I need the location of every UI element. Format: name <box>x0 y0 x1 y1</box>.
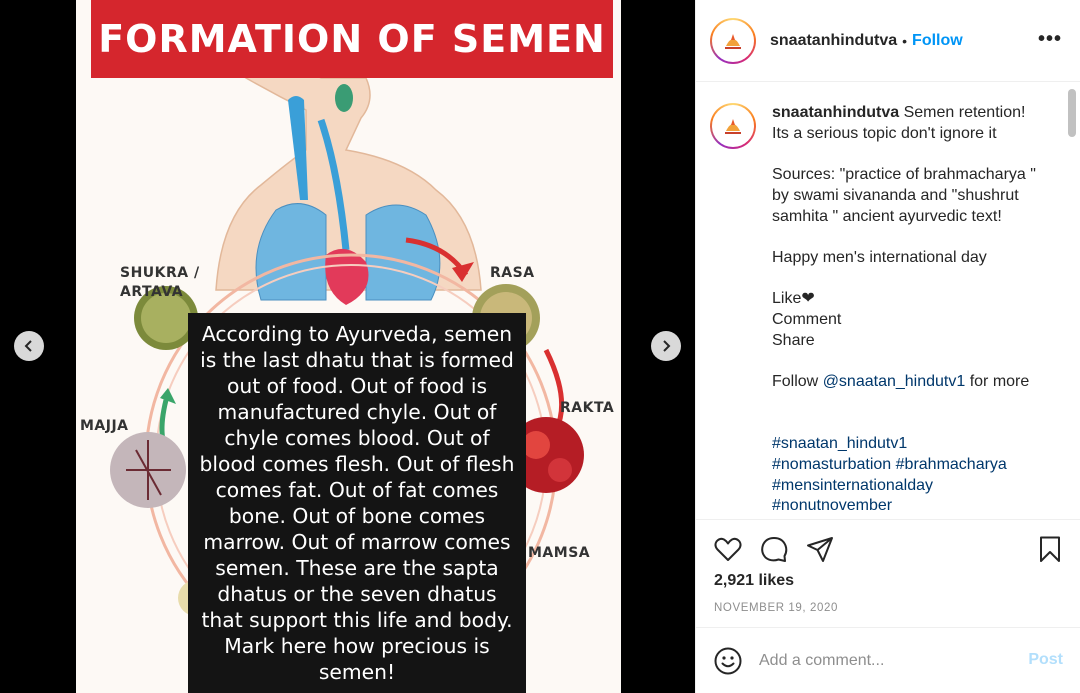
caption-share: Share <box>772 331 815 349</box>
label-artava-text: ARTAVA <box>120 284 184 300</box>
chevron-left-icon <box>24 340 32 352</box>
hashtag-link[interactable]: #nomasturbation <box>772 456 891 473</box>
comment-input[interactable] <box>759 651 1009 670</box>
heart-icon[interactable] <box>713 534 743 564</box>
caption-text: snaatanhindutva Semen retention! Its a s… <box>772 103 1044 517</box>
caption-sources: Sources: "practice of brahmacharya " by … <box>772 166 1036 225</box>
hashtag-link[interactable]: #snaatan_hindutv1 <box>772 435 907 452</box>
caption-username[interactable]: snaatanhindutva <box>772 104 899 121</box>
profile-logo-icon <box>725 119 741 134</box>
hashtag-link[interactable]: #brahmacharya <box>896 456 1007 473</box>
post-side-panel: snaatanhindutva • Follow ••• snaatanhind… <box>695 0 1080 693</box>
follow-button[interactable]: Follow <box>912 32 963 50</box>
image-title: FORMATION OF SEMEN <box>98 17 606 61</box>
comment-icon[interactable] <box>759 534 789 564</box>
paper-plane-icon[interactable] <box>805 534 835 564</box>
more-options-icon[interactable]: ••• <box>1038 29 1062 49</box>
post-date[interactable]: NOVEMBER 19, 2020 <box>714 602 838 614</box>
image-title-banner: FORMATION OF SEMEN <box>91 0 613 78</box>
previous-image-button[interactable] <box>14 331 44 361</box>
caption-avatar[interactable] <box>710 103 756 149</box>
caption-scroll-area[interactable]: snaatanhindutva Semen retention! Its a s… <box>696 83 1080 519</box>
label-rasa: RASA <box>490 265 535 281</box>
next-image-button[interactable] <box>651 331 681 361</box>
scrollbar-thumb[interactable] <box>1068 89 1076 137</box>
label-rakta: RAKTA <box>560 400 615 416</box>
caption-comment: Comment <box>772 311 842 329</box>
post-comment-button[interactable]: Post <box>1028 651 1063 669</box>
like-count[interactable]: 2,921 likes <box>714 572 794 590</box>
header-username[interactable]: snaatanhindutva <box>770 32 897 50</box>
caption-like: Like❤ <box>772 290 815 308</box>
caption-follow-prefix: Follow <box>772 373 823 391</box>
comment-box: Post <box>696 627 1080 693</box>
text-overlay: According to Ayurveda, semen is the last… <box>188 313 526 693</box>
post-actions: 2,921 likes NOVEMBER 19, 2020 <box>696 519 1080 629</box>
caption-greeting: Happy men's international day <box>772 248 987 266</box>
label-shukra-text: SHUKRA / <box>120 265 200 281</box>
smiley-icon[interactable] <box>713 646 743 676</box>
profile-logo-icon <box>725 33 741 49</box>
caption: snaatanhindutva Semen retention! Its a s… <box>710 103 1044 517</box>
hashtag-link[interactable]: #mensinternationalday <box>772 477 933 494</box>
label-shukra: SHUKRA / ARTAVA <box>120 264 200 302</box>
post-image[interactable]: FORMATION OF SEMEN SHUKRA / ARTAVA RASA … <box>76 0 621 693</box>
bookmark-icon[interactable] <box>1035 534 1065 564</box>
hashtag-link[interactable]: #nonutnovember <box>772 497 892 514</box>
separator-dot: • <box>902 32 908 49</box>
caption-follow-suffix: for more <box>965 373 1030 391</box>
post-media: FORMATION OF SEMEN SHUKRA / ARTAVA RASA … <box>0 0 695 693</box>
post-header: snaatanhindutva • Follow ••• <box>696 0 1080 82</box>
mention-link[interactable]: @snaatan_hindutv1 <box>823 373 966 390</box>
avatar[interactable] <box>710 17 756 64</box>
label-majja: MAJJA <box>80 418 129 434</box>
chevron-right-icon <box>663 340 671 352</box>
label-mamsa: MAMSA <box>528 545 591 561</box>
overlay-text: According to Ayurveda, semen is the last… <box>199 322 515 684</box>
